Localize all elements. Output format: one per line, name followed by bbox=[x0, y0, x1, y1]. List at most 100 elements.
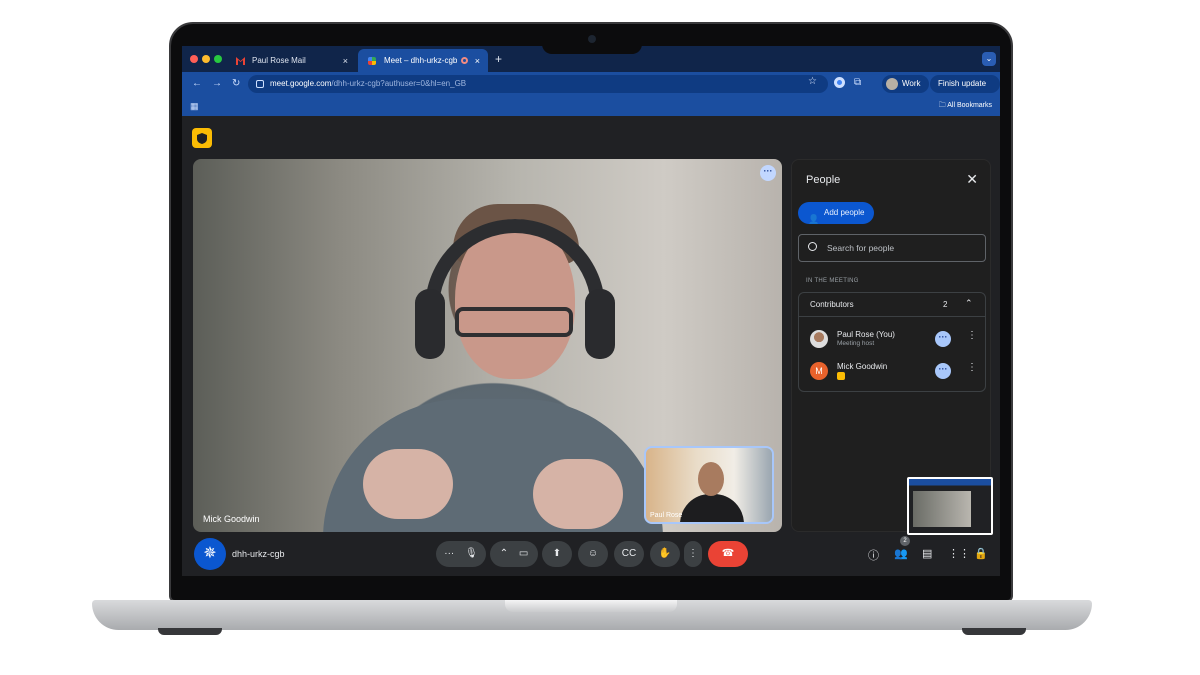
close-window-dot[interactable] bbox=[190, 55, 198, 63]
folder-icon: 🗀 bbox=[938, 102, 946, 109]
contributors-group: Contributors 2 ⌃ Paul Rose (You) Meeting… bbox=[798, 292, 986, 392]
speaker-name-label: Mick Goodwin bbox=[203, 514, 260, 524]
apps-grid-icon[interactable]: ▦ bbox=[190, 101, 199, 112]
host-controls-shield-icon[interactable] bbox=[192, 128, 212, 148]
mic-control[interactable]: ··· 🎙 bbox=[436, 541, 486, 567]
contributors-count: 2 bbox=[943, 300, 948, 309]
close-tab-icon[interactable]: × bbox=[475, 56, 480, 66]
extension-icon[interactable] bbox=[834, 77, 845, 88]
add-people-button[interactable]: 👤 Add people bbox=[798, 202, 875, 224]
camera-lens bbox=[588, 35, 596, 43]
bookmark-star-icon[interactable]: ☆ bbox=[808, 76, 817, 87]
site-info-icon[interactable] bbox=[256, 80, 264, 88]
present-screen-button[interactable]: ⬆ bbox=[542, 541, 572, 567]
add-person-icon: 👤 bbox=[808, 214, 820, 224]
camera-notch bbox=[542, 24, 642, 54]
pip-body bbox=[680, 494, 744, 522]
pip-face bbox=[698, 462, 724, 496]
finish-update-button[interactable]: Finish update ⋮ bbox=[930, 75, 1000, 106]
host-controls-lock-icon[interactable]: 🔒 bbox=[974, 547, 988, 560]
all-bookmarks-button[interactable]: 🗀 All Bookmarks bbox=[939, 101, 992, 112]
hang-up-icon: ☎ bbox=[721, 548, 735, 559]
microphone-icon[interactable]: 🎙 bbox=[465, 548, 478, 559]
url-path: /dhh-urkz-cgb?authuser=0&hl=en_GB bbox=[331, 79, 467, 88]
meet-app: ··· Mick Goodwin Paul Rose People ✕ 👤 Ad… bbox=[182, 116, 1000, 576]
laptop-foot-right bbox=[962, 628, 1026, 635]
people-icon[interactable]: 👥 bbox=[894, 547, 908, 560]
meet-icon bbox=[368, 57, 376, 65]
add-people-label: Add people bbox=[824, 208, 865, 217]
search-icon bbox=[808, 242, 817, 251]
participant-row[interactable]: Paul Rose (You) Meeting host ··· ⋮ bbox=[799, 325, 985, 355]
kebab-menu-icon: ⋮ bbox=[688, 548, 698, 559]
address-bar[interactable]: meet.google.com/dhh-urkz-cgb?authuser=0&… bbox=[248, 75, 828, 93]
contributor-badge-icon bbox=[837, 372, 845, 380]
participant-avatar bbox=[810, 330, 828, 348]
meeting-info-icon[interactable]: ⓘ bbox=[868, 547, 879, 563]
tab-search-chevron-icon[interactable]: ⌄ bbox=[982, 52, 996, 66]
participant-row[interactable]: M Mick Goodwin ··· ⋮ bbox=[799, 357, 985, 387]
activities-grid-icon[interactable]: ⋮⋮ bbox=[948, 547, 970, 560]
emoji-reactions-button[interactable]: ☺ bbox=[578, 541, 608, 567]
profile-button[interactable]: Work bbox=[882, 75, 929, 93]
recording-icon bbox=[461, 57, 468, 64]
laptop-foot-left bbox=[158, 628, 222, 635]
kebab-menu-icon[interactable]: ⋮ bbox=[967, 362, 977, 373]
forward-arrow-icon[interactable]: → bbox=[212, 78, 222, 89]
captions-button[interactable]: CC bbox=[614, 541, 644, 567]
participant-avatar: M bbox=[810, 362, 828, 380]
profile-avatar bbox=[886, 78, 898, 90]
bookmarks-bar: ▦ 🗀 All Bookmarks bbox=[182, 96, 1000, 116]
minimized-window-thumbnail[interactable] bbox=[907, 477, 993, 535]
contributors-label: Contributors bbox=[810, 300, 854, 309]
video-camera-icon[interactable]: ▭ bbox=[519, 548, 528, 559]
reload-icon[interactable]: ↻ bbox=[232, 78, 240, 89]
glasses bbox=[455, 307, 573, 337]
leave-call-button[interactable]: ☎ bbox=[708, 541, 748, 567]
chevron-up-icon[interactable]: ⌃ bbox=[965, 298, 973, 309]
participant-name: Mick Goodwin bbox=[837, 362, 888, 371]
speaker-hand-left bbox=[363, 449, 453, 519]
meeting-controls-bar: ✵ dhh-urkz-cgb ··· 🎙 ⌃ ▭ ⬆ ☺ CC ✋ ⋮ ☎ ⓘ … bbox=[182, 534, 1000, 576]
minimize-window-dot[interactable] bbox=[202, 55, 210, 63]
contributors-header[interactable]: Contributors 2 ⌃ bbox=[799, 293, 985, 317]
laptop-opening-lip bbox=[505, 600, 677, 612]
gemini-sparkle-icon[interactable]: ✵ bbox=[194, 538, 226, 570]
headphone-cup-right bbox=[585, 289, 615, 359]
new-tab-button[interactable]: + bbox=[495, 52, 502, 66]
close-panel-icon[interactable]: ✕ bbox=[966, 171, 978, 188]
tile-more-options-icon[interactable]: ··· bbox=[760, 165, 776, 181]
close-tab-icon[interactable]: × bbox=[343, 56, 348, 66]
more-options-button[interactable]: ⋮ bbox=[684, 541, 702, 567]
kebab-menu-icon[interactable]: ⋮ bbox=[967, 330, 977, 341]
thumbnail-video bbox=[913, 491, 971, 527]
back-arrow-icon[interactable]: ← bbox=[192, 78, 202, 89]
smiley-icon: ☺ bbox=[587, 548, 599, 559]
present-icon: ⬆ bbox=[552, 548, 562, 559]
search-people-input[interactable]: Search for people bbox=[798, 234, 986, 262]
raise-hand-button[interactable]: ✋ bbox=[650, 541, 680, 567]
headphone-cup-left bbox=[415, 289, 445, 359]
participant-more-icon[interactable]: ··· bbox=[935, 363, 951, 379]
self-pip-tile[interactable]: Paul Rose bbox=[644, 446, 774, 524]
main-video-tile[interactable]: ··· Mick Goodwin Paul Rose bbox=[193, 159, 782, 532]
people-panel-title: People bbox=[806, 174, 841, 186]
camera-control[interactable]: ⌃ ▭ bbox=[490, 541, 538, 567]
participant-role: Meeting host bbox=[837, 340, 875, 347]
screen: Paul Rose Mail × Meet – dhh-urkz-cgb × +… bbox=[182, 46, 1000, 576]
all-bookmarks-label: All Bookmarks bbox=[947, 102, 992, 109]
extensions-puzzle-icon[interactable]: ⧉ bbox=[854, 77, 861, 88]
tab-label: Meet – dhh-urkz-cgb bbox=[384, 56, 458, 65]
speaker-hand-right bbox=[533, 459, 623, 529]
chat-icon[interactable]: ▤ bbox=[922, 547, 932, 560]
hand-icon: ✋ bbox=[658, 548, 672, 559]
tab-mail[interactable]: Paul Rose Mail × bbox=[226, 49, 356, 72]
more-audio-icon[interactable]: ··· bbox=[444, 548, 454, 559]
tab-label: Paul Rose Mail bbox=[252, 56, 306, 65]
zoom-window-dot[interactable] bbox=[214, 55, 222, 63]
participant-name: Paul Rose (You) bbox=[837, 330, 895, 339]
section-heading: IN THE MEETING bbox=[806, 278, 859, 284]
tab-meet[interactable]: Meet – dhh-urkz-cgb × bbox=[358, 49, 488, 72]
participant-more-icon[interactable]: ··· bbox=[935, 331, 951, 347]
chevron-up-icon[interactable]: ⌃ bbox=[500, 548, 508, 559]
